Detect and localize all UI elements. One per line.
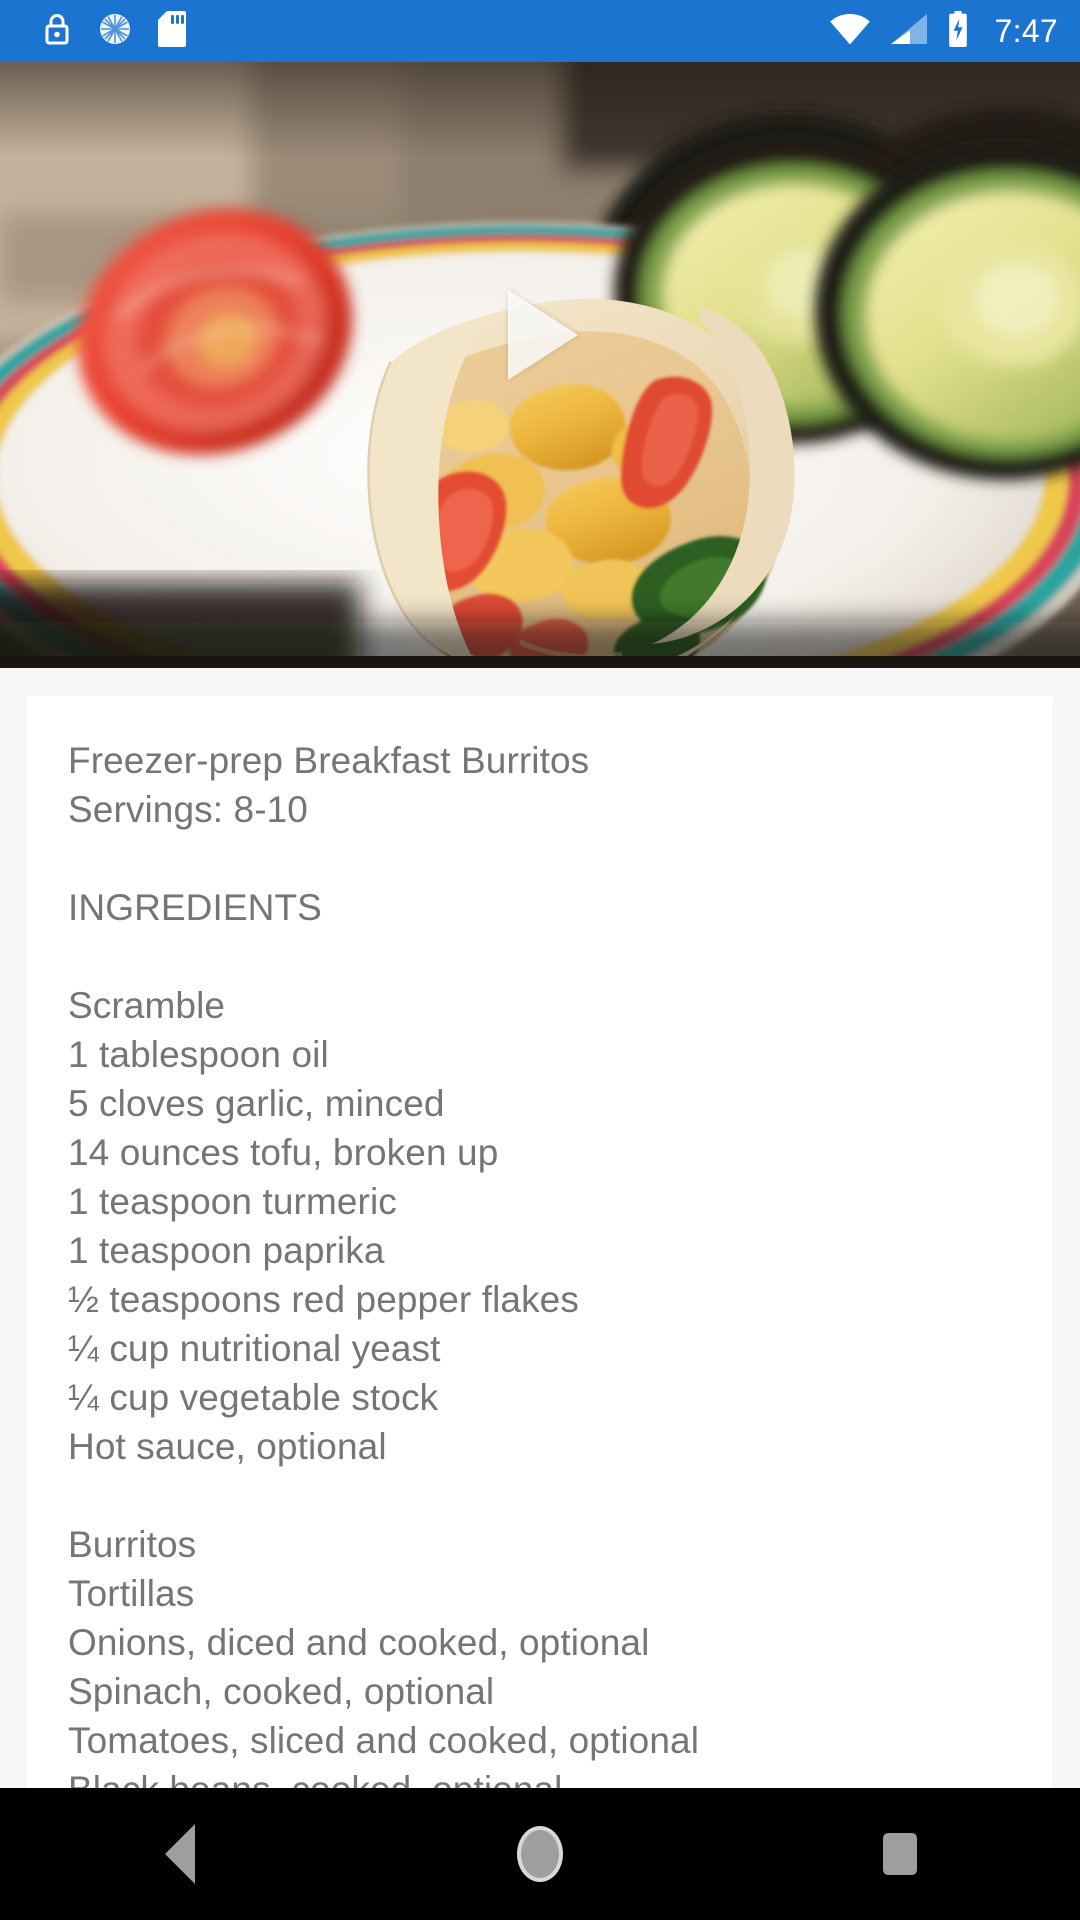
status-bar: 7:47 — [0, 0, 1080, 62]
battery-charging-icon — [947, 10, 969, 52]
status-bar-clock: 7:47 — [994, 13, 1058, 49]
wifi-icon — [829, 13, 871, 50]
video-player[interactable] — [0, 62, 1080, 668]
back-triangle-icon — [165, 1824, 195, 1884]
recents-button[interactable] — [810, 1788, 990, 1920]
recipe-body-text: Freezer-prep Breakfast Burritos Servings… — [68, 740, 700, 1788]
home-button[interactable] — [450, 1788, 630, 1920]
recipe-scroll-area[interactable]: Freezer-prep Breakfast Burritos Servings… — [0, 668, 1080, 1788]
lock-icon — [42, 11, 72, 52]
play-button[interactable] — [0, 62, 1080, 668]
sync-spinner-icon — [98, 12, 132, 51]
status-bar-right-icons: 7:47 — [829, 10, 1058, 52]
recipe-card: Freezer-prep Breakfast Burritos Servings… — [26, 696, 1053, 1788]
cellular-signal-icon — [890, 13, 928, 50]
recents-square-icon — [883, 1833, 917, 1875]
status-bar-left-icons — [42, 10, 186, 52]
home-circle-icon — [517, 1826, 563, 1882]
play-triangle-icon — [508, 290, 578, 380]
phone-screen: 7:47 Freezer-prep Breakfast Burritos Ser… — [0, 0, 1080, 1920]
back-button[interactable] — [90, 1788, 270, 1920]
sd-card-icon — [158, 10, 186, 52]
android-navigation-bar — [0, 1788, 1080, 1920]
